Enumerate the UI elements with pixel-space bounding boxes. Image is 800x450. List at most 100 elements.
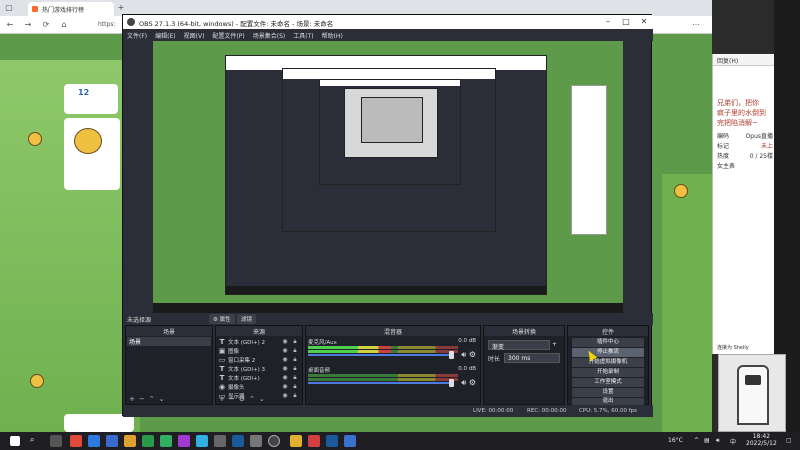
app-icon[interactable] xyxy=(178,435,190,447)
notification-icon[interactable]: ▢ xyxy=(786,437,792,444)
slider-knob[interactable] xyxy=(449,379,454,387)
move-down-icon[interactable]: ⌄ xyxy=(159,394,165,404)
lock-icon[interactable]: 🔒︎ xyxy=(290,365,300,373)
move-up-icon[interactable]: ⌃ xyxy=(249,394,255,404)
menu-view[interactable]: 视图(V) xyxy=(184,29,205,41)
app-icon[interactable] xyxy=(214,435,226,447)
menu-tools[interactable]: 工具(T) xyxy=(293,29,313,41)
gear-icon[interactable]: ⚙ xyxy=(239,394,245,404)
refresh-icon[interactable]: ⟳ xyxy=(40,19,52,31)
search-icon[interactable]: ⌕ xyxy=(30,435,42,447)
eye-icon[interactable]: ◉ xyxy=(280,347,290,354)
menu-edit[interactable]: 编辑(E) xyxy=(155,29,175,41)
steam-icon[interactable] xyxy=(232,435,244,447)
new-tab-icon[interactable]: + xyxy=(116,3,126,13)
add-icon[interactable]: + xyxy=(129,394,135,404)
lock-icon[interactable]: 🔒︎ xyxy=(290,338,300,346)
stop-streaming-button[interactable]: 停止推流 xyxy=(572,348,644,357)
ime-indicator[interactable]: 中 xyxy=(730,437,736,446)
add-transition-icon[interactable]: + xyxy=(552,341,557,348)
move-up-icon[interactable]: ⌃ xyxy=(149,394,155,404)
folder-icon[interactable] xyxy=(124,435,136,447)
gear-icon[interactable]: ⚙ xyxy=(469,378,476,387)
eye-icon[interactable]: ◉ xyxy=(280,383,290,390)
lock-icon[interactable]: 🔒︎ xyxy=(290,374,300,382)
info-card[interactable] xyxy=(64,84,118,114)
app-icon[interactable] xyxy=(250,435,262,447)
menu-profile[interactable]: 配置文件(P) xyxy=(212,29,244,41)
forward-icon[interactable]: → xyxy=(22,19,34,31)
eye-icon[interactable]: ◉ xyxy=(280,356,290,363)
gear-icon[interactable]: ⚙ xyxy=(469,350,476,359)
properties-button[interactable]: ⚙ 属性 xyxy=(209,314,235,324)
eye-icon[interactable]: ◉ xyxy=(280,365,290,372)
eye-icon[interactable]: ◉ xyxy=(280,338,290,345)
add-icon[interactable]: + xyxy=(219,394,225,404)
tray-up-icon[interactable]: ^ xyxy=(694,437,699,444)
source-item[interactable]: ◉ 摄像头 ◉ 🔒︎ xyxy=(218,382,300,391)
browser-tab[interactable]: 热门游戏排行榜 xyxy=(28,2,114,16)
wechat-icon[interactable] xyxy=(160,435,172,447)
network-icon[interactable]: ▤ xyxy=(704,437,710,444)
close-icon[interactable]: ✕ xyxy=(635,15,653,29)
chat-line: 疯子里的水倒到 xyxy=(717,109,766,117)
speaker-icon[interactable]: 🔊︎ xyxy=(461,350,466,359)
settings-button[interactable]: 设置 xyxy=(572,388,644,397)
source-item[interactable]: ▣ 图像 ◉ 🔒︎ xyxy=(218,346,300,355)
obs-preview[interactable] xyxy=(153,41,623,313)
lock-icon[interactable]: 🔒︎ xyxy=(290,383,300,391)
clock[interactable]: 18:42 2022/5/12 xyxy=(746,433,777,447)
lock-icon[interactable]: 🔒︎ xyxy=(290,356,300,364)
app-icon[interactable] xyxy=(290,435,302,447)
filters-button[interactable]: 滤镜 xyxy=(237,314,257,324)
eye-icon[interactable]: ◉ xyxy=(280,374,290,381)
weather-text[interactable]: 16°C xyxy=(668,437,683,444)
obs-taskbar-icon[interactable] xyxy=(268,435,280,447)
source-name: 图像 xyxy=(228,348,240,355)
start-virtual-camera-button[interactable]: 开始虚拟摄像机 xyxy=(572,358,644,367)
volume-slider[interactable] xyxy=(308,351,454,359)
volume-slider[interactable] xyxy=(308,379,454,387)
nested-obs-capture xyxy=(344,88,438,158)
start-recording-button[interactable]: 开始录制 xyxy=(572,368,644,377)
exit-button[interactable]: 退出 xyxy=(572,398,644,405)
tab-actions-icon[interactable]: ▢ xyxy=(4,3,14,13)
source-item[interactable]: T 文本 (GDI+) 3 ◉ 🔒︎ xyxy=(218,364,300,373)
remove-icon[interactable]: − xyxy=(139,394,145,404)
steam-icon[interactable] xyxy=(326,435,338,447)
lock-icon[interactable]: 🔒︎ xyxy=(290,347,300,355)
windows-start-icon[interactable] xyxy=(10,436,20,446)
duration-input[interactable]: 300 ms xyxy=(504,353,560,363)
maximize-icon[interactable]: □ xyxy=(617,15,635,29)
address-bar[interactable]: https: xyxy=(98,19,124,31)
menu-file[interactable]: 文件(F) xyxy=(127,29,147,41)
move-down-icon[interactable]: ⌄ xyxy=(259,394,265,404)
app-icon[interactable] xyxy=(106,435,118,447)
browser-menu-icon[interactable]: ⋯ xyxy=(690,19,702,31)
source-item[interactable]: T 文本 (GDI+) ◉ 🔒︎ xyxy=(218,373,300,382)
transition-type-select[interactable]: 渐变 xyxy=(488,340,550,351)
menu-help[interactable]: 帮助(H) xyxy=(322,29,343,41)
app-icon[interactable] xyxy=(308,435,320,447)
slider-knob[interactable] xyxy=(449,351,454,359)
plugin-center-button[interactable]: 插件中心 xyxy=(572,338,644,347)
scene-item[interactable]: 场景 xyxy=(127,337,211,346)
source-item[interactable]: ▭ 窗口采集 2 ◉ 🔒︎ xyxy=(218,355,300,364)
chrome-icon[interactable] xyxy=(70,435,82,447)
edge-icon[interactable] xyxy=(88,435,100,447)
mixer-dock: 混音器 麦克风/Aux 0.0 dB 🔊︎ ⚙ 桌面音频 0.0 dB 🔊︎ ⚙ xyxy=(305,325,481,405)
menu-scene-collection[interactable]: 场景集合(S) xyxy=(253,29,286,41)
app-icon[interactable] xyxy=(142,435,154,447)
speaker-icon[interactable]: 🔊︎ xyxy=(461,378,466,387)
app-icon[interactable] xyxy=(344,435,356,447)
back-icon[interactable]: ← xyxy=(4,19,16,31)
task-view-icon[interactable] xyxy=(50,435,62,447)
minimize-icon[interactable]: – xyxy=(599,15,617,29)
source-item[interactable]: T 文本 (GDI+) 2 ◉ 🔒︎ xyxy=(218,337,300,346)
remove-icon[interactable]: − xyxy=(229,394,235,404)
studio-mode-button[interactable]: 工作室模式 xyxy=(572,378,644,387)
chat-header[interactable]: 回复(H) xyxy=(713,54,775,66)
app-icon[interactable] xyxy=(196,435,208,447)
volume-icon[interactable]: 🔊︎ xyxy=(716,437,720,445)
home-icon[interactable]: ⌂ xyxy=(58,19,70,31)
